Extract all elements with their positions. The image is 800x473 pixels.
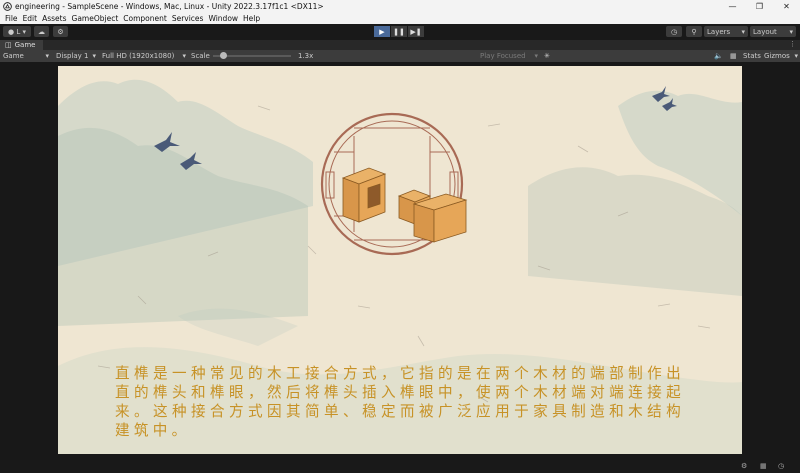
chevron-down-icon: ▾ — [741, 27, 745, 36]
menu-help[interactable]: Help — [243, 14, 260, 23]
layout-dropdown[interactable]: Layout ▾ — [750, 26, 796, 37]
gear-icon: ⚙ — [57, 27, 64, 36]
play-focus-label: Play Focused — [480, 52, 526, 60]
chevron-down-icon: ▾ — [182, 52, 186, 60]
grid-icon[interactable]: ▦ — [730, 50, 737, 62]
menu-window[interactable]: Window — [208, 14, 238, 23]
gizmos-label: Gizmos — [764, 52, 790, 60]
playback-controls: ▶ ❚❚ ▶❚ — [374, 26, 425, 37]
maximize-icon[interactable]: ❐ — [746, 0, 773, 13]
close-icon[interactable]: ✕ — [773, 0, 800, 13]
menu-services[interactable]: Services — [172, 14, 204, 23]
search-button[interactable]: ⚲ — [686, 26, 702, 37]
bug-icon[interactable]: ✳ — [544, 50, 550, 62]
mortise-block — [341, 167, 387, 223]
gizmos-dropdown[interactable]: Gizmos ▾ — [764, 50, 798, 62]
layers-dropdown[interactable]: Layers ▾ — [704, 26, 748, 37]
audio-icon[interactable]: 🔈 — [714, 50, 723, 62]
chevron-down-icon: ▾ — [534, 52, 538, 60]
status-icon-3[interactable]: ◷ — [778, 462, 784, 470]
history-button[interactable]: ◷ — [666, 26, 682, 37]
menu-file[interactable]: File — [5, 14, 18, 23]
main-toolbar: ● L ▾ ☁ ⚙ ▶ ❚❚ ▶❚ ◷ ⚲ Layers ▾ Layout ▾ — [0, 24, 800, 40]
step-button[interactable]: ▶❚ — [408, 26, 424, 37]
resolution-dropdown[interactable]: Full HD (1920x1080) ▾ — [102, 50, 186, 62]
layers-label: Layers — [707, 27, 731, 36]
gamepad-icon: ◫ — [5, 41, 12, 49]
display-dropdown[interactable]: Display 1 ▾ — [56, 50, 96, 62]
caption-text: 直榫是一种常见的木工接合方式，它指的是在两个木材的端部制作出直的榫头和榫眼，然后… — [115, 365, 685, 439]
pause-button[interactable]: ❚❚ — [391, 26, 407, 37]
more-options-icon[interactable]: ⋮ — [789, 40, 796, 48]
cloud-icon: ☁ — [38, 27, 45, 36]
tab-game[interactable]: ◫ Game — [0, 40, 44, 50]
mode-label: Game — [3, 52, 24, 60]
status-bar: ⚙ ▦ ◷ — [0, 460, 800, 473]
game-view-toolbar: Game ▾ Display 1 ▾ Full HD (1920x1080) ▾ Sc… — [0, 50, 800, 62]
chevron-down-icon: ▾ — [794, 52, 798, 60]
tab-bar: ◫ Game ⋮ — [0, 40, 800, 50]
menu-edit[interactable]: Edit — [23, 14, 38, 23]
menu-component[interactable]: Component — [123, 14, 167, 23]
play-button[interactable]: ▶ — [374, 26, 390, 37]
stats-button[interactable]: Stats — [743, 50, 761, 62]
mode-dropdown[interactable]: Game ▾ — [3, 50, 49, 62]
menu-bar: File Edit Assets GameObject Component Se… — [0, 13, 800, 24]
game-canvas[interactable]: 直榫是一种常见的木工接合方式，它指的是在两个木材的端部制作出直的榫头和榫眼，然后… — [58, 66, 742, 454]
chevron-down-icon: ▾ — [789, 27, 793, 36]
window-controls: — ❐ ✕ — [719, 0, 800, 13]
status-icon-2[interactable]: ▦ — [760, 462, 767, 470]
cloud-button[interactable]: ☁ — [34, 26, 49, 37]
tenon-block — [397, 189, 468, 243]
window-title: engineering - SampleScene - Windows, Mac… — [15, 2, 324, 11]
account-button[interactable]: ● L ▾ — [3, 26, 31, 37]
game-viewport[interactable]: 直榫是一种常见的木工接合方式，它指的是在两个木材的端部制作出直的榫头和榫眼，然后… — [0, 62, 800, 460]
account-label: L — [16, 27, 21, 36]
history-icon: ◷ — [670, 27, 678, 36]
play-focus-dropdown[interactable]: Play Focused ▾ — [480, 50, 538, 62]
scale-label: Scale — [191, 52, 210, 60]
scale-slider-handle[interactable] — [220, 52, 227, 59]
title-bar: engineering - SampleScene - Windows, Mac… — [0, 0, 800, 13]
chevron-down-icon: ▾ — [22, 27, 26, 36]
search-icon: ⚲ — [691, 27, 697, 36]
chevron-down-icon: ▾ — [45, 52, 49, 60]
status-icon-1[interactable]: ⚙ — [741, 462, 747, 470]
display-label: Display 1 — [56, 52, 89, 60]
unity-logo-icon — [3, 2, 12, 11]
chevron-down-icon: ▾ — [92, 52, 96, 60]
scale-slider-track — [213, 52, 291, 59]
menu-assets[interactable]: Assets — [42, 14, 66, 23]
minimize-icon[interactable]: — — [719, 0, 746, 13]
scale-slider[interactable] — [213, 50, 291, 62]
account-icon: ● — [8, 27, 15, 36]
tab-game-label: Game — [14, 41, 36, 49]
scale-value: 1.3x — [298, 52, 314, 60]
resolution-label: Full HD (1920x1080) — [102, 52, 175, 60]
settings-button[interactable]: ⚙ — [53, 26, 68, 37]
layout-label: Layout — [753, 27, 777, 36]
menu-gameobject[interactable]: GameObject — [72, 14, 119, 23]
